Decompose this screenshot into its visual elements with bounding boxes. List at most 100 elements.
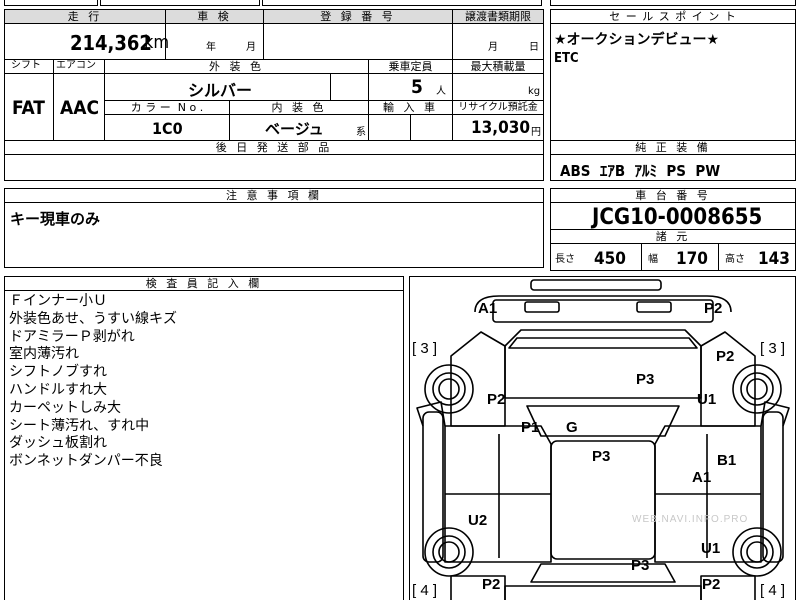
height-value: 143 (758, 249, 790, 269)
exterior-color-header: 外 装 色 (104, 59, 369, 74)
interior-color-value: ベージュ (265, 120, 324, 138)
top-fragment-right (262, 0, 542, 6)
mark-front-right: P2 (704, 300, 723, 317)
exterior-color-value: シルバー (188, 81, 253, 100)
remark-line: 外装色あせ、うすい線キズ (9, 310, 177, 327)
mark-pillar-left: P1 (521, 419, 540, 436)
capacity-unit: 人 (436, 86, 446, 97)
tire-rear-left-value: 4 (420, 582, 429, 599)
inspector-header: 検 査 員 記 入 欄 (4, 276, 404, 291)
remark-line: ドアミラーＰ剥がれ (9, 328, 135, 345)
mark-windshield: G (566, 419, 578, 436)
transfer-day: 日 (529, 42, 539, 53)
mark-rear-left: U2 (468, 512, 488, 529)
tire-rear-right-tread: [ 4 ] (760, 582, 786, 599)
front-right-fender-shape (700, 331, 756, 427)
top-fragment-sales (550, 0, 796, 6)
notes-header: 注 意 事 項 欄 (4, 188, 544, 203)
mark-door-right-2: A1 (692, 469, 712, 486)
mark-roof: P3 (592, 448, 611, 465)
remark-line: Ｆインナー小Ｕ (9, 293, 107, 309)
sales-point-header: セ ー ル ス ポ イ ン ト (550, 9, 796, 24)
max-load-unit: kg (528, 86, 541, 97)
tire-rear-right-value: 4 (768, 582, 777, 599)
later-parts-header: 後 日 発 送 部 品 (4, 140, 544, 155)
hood-shape (504, 329, 702, 399)
later-parts-cell (4, 154, 544, 181)
mileage-value: 214,362 (70, 31, 152, 55)
remark-line: シート薄汚れ、すれ中 (9, 417, 150, 434)
length-value: 450 (594, 249, 626, 269)
color-no-header: カ ラ ー N o . (104, 100, 230, 115)
remark-line: ダッシュ板割れ (9, 435, 107, 452)
capacity-header: 乗車定員 (368, 59, 453, 74)
trunk-shape (504, 585, 702, 600)
width-label: 幅 (648, 254, 658, 265)
remark-line: ボンネットダンパー不良 (9, 453, 163, 470)
inspector-remarks: Ｆインナー小Ｕ 外装色あせ、うすい線キズ ドアミラーＰ剥がれ 室内薄汚れ シフト… (9, 293, 177, 471)
inspection-header: 車 検 (165, 9, 264, 24)
ac-value: AAC (60, 97, 100, 119)
registration-header: 登 録 番 号 (263, 9, 453, 24)
front-bumper-shape (474, 295, 732, 313)
interior-color-suffix: 系 (356, 127, 366, 138)
remark-line: カーペットしみ大 (9, 399, 121, 416)
color-no-value: 1C0 (152, 119, 183, 138)
top-fragment-left (4, 0, 98, 6)
front-grille-shape (530, 279, 662, 291)
length-label: 長さ (555, 254, 575, 265)
notes-value: キー現車のみ (10, 210, 101, 228)
transfer-header: 譲渡書類期限 (452, 9, 544, 24)
remark-line: シフトノブすれ (9, 364, 107, 381)
height-label: 高さ (725, 254, 745, 265)
inspection-month: 月 (246, 42, 256, 53)
chassis-header: 車 台 番 号 (550, 188, 796, 203)
tire-front-left-value: 3 (420, 340, 429, 357)
rear-window-shape (530, 563, 676, 583)
import-header: 輸 入 車 (368, 100, 453, 115)
tire-front-right-tread: [ 3 ] (760, 340, 786, 357)
interior-color-header: 内 装 色 (229, 100, 369, 115)
tire-front-right-value: 3 (768, 340, 777, 357)
shift-value: FAT (12, 97, 45, 119)
import-cell-a (368, 114, 411, 141)
import-cell-b (410, 114, 453, 141)
width-value: 170 (676, 249, 708, 269)
recycle-value: 13,030 (471, 118, 531, 138)
exterior-color-extra (330, 73, 369, 101)
standard-equipment-value: ABS ｴｱB ｱﾙﾐ PS PW (560, 162, 721, 180)
recycle-header: リサイクル預託金 (452, 100, 544, 115)
standard-equipment-header: 純 正 装 備 (550, 140, 796, 155)
mark-fender-right: U1 (697, 391, 717, 408)
mark-front-left: A1 (478, 300, 498, 317)
remark-line: 室内薄汚れ (9, 346, 79, 363)
sales-point-line-2: ETC (554, 51, 579, 66)
mark-hood: P3 (636, 371, 655, 388)
capacity-value: 5 (411, 76, 423, 98)
sales-point-line-1: ★オークションデビュー★ (554, 32, 720, 48)
remark-line: ハンドルすれ大 (9, 381, 107, 398)
ac-label: エアコン (56, 60, 96, 71)
mileage-header: 走 行 (4, 9, 166, 24)
tire-front-left-tread: [ 3 ] (412, 340, 438, 357)
chassis-value: JCG10-0008655 (592, 205, 763, 230)
windshield-shape (526, 405, 680, 437)
shift-label: シフト (11, 60, 41, 71)
top-fragment-mid (100, 0, 260, 6)
mark-rear-corner-right: P2 (702, 576, 721, 593)
mark-trunk: P3 (631, 557, 650, 574)
front-left-fender-shape (450, 331, 506, 427)
dimensions-header: 諸 元 (550, 229, 796, 244)
mark-door-right-1: B1 (717, 452, 737, 469)
car-diagram (416, 279, 790, 600)
transfer-month: 月 (488, 42, 498, 53)
registration-cell (263, 23, 453, 60)
recycle-unit: 円 (531, 127, 541, 138)
watermark: WEB.NAVI.INFO.PRO (632, 514, 749, 525)
inspection-year: 年 (206, 42, 216, 53)
tire-rear-left-tread: [ 4 ] (412, 582, 438, 599)
mark-hood-fender-right: P2 (716, 348, 735, 365)
mark-hood-fender-left: P2 (487, 391, 506, 408)
max-load-header: 最大積載量 (452, 59, 544, 74)
mark-rear-corner-left: P2 (482, 576, 501, 593)
